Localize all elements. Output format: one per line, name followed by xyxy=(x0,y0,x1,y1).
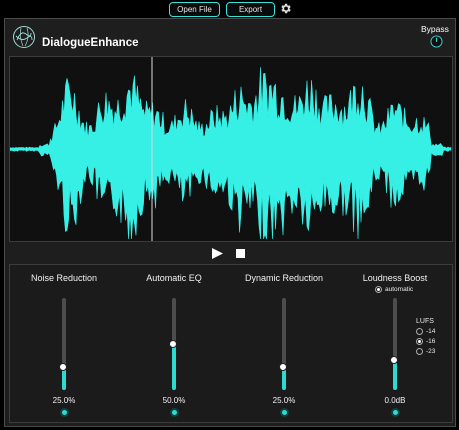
waveform-path xyxy=(10,67,452,240)
lufs-label: LUFS xyxy=(416,318,434,325)
noise-reduction-value: 25.0% xyxy=(52,396,76,405)
automatic-eq-value: 50.0% xyxy=(162,396,186,405)
dynamic-reduction-value: 25.0% xyxy=(272,396,296,405)
loudness-boost-toggle[interactable] xyxy=(391,408,400,417)
waveform-graphic xyxy=(10,57,452,241)
bypass-label: Bypass xyxy=(421,24,449,34)
noise-reduction-slider[interactable] xyxy=(59,298,67,390)
automatic-eq-toggle[interactable] xyxy=(170,408,179,417)
dynamic-reduction-slider[interactable] xyxy=(279,298,287,390)
automatic-label: automatic xyxy=(385,286,414,293)
lufs-option-14-label: -14 xyxy=(426,328,436,335)
automatic-radio[interactable] xyxy=(375,286,382,293)
export-button[interactable]: Export xyxy=(226,2,275,17)
stop-icon[interactable] xyxy=(236,249,245,258)
automatic-eq-slider[interactable] xyxy=(169,298,177,390)
open-file-button[interactable]: Open File xyxy=(169,2,220,17)
lufs-option-16-radio[interactable] xyxy=(416,338,423,345)
lufs-option-23-label: -23 xyxy=(426,348,436,355)
waveform-display[interactable] xyxy=(9,56,453,242)
noise-reduction-toggle[interactable] xyxy=(60,408,69,417)
play-icon[interactable] xyxy=(212,248,223,259)
lufs-option-14-radio[interactable] xyxy=(416,328,423,335)
dynamic-reduction-toggle[interactable] xyxy=(280,408,289,417)
power-icon[interactable] xyxy=(430,35,443,48)
top-toolbar: Open File Export xyxy=(0,0,459,18)
automatic-eq-title: Automatic EQ xyxy=(146,273,202,283)
dynamic-reduction-title: Dynamic Reduction xyxy=(244,273,324,283)
app-title: DialogueEnhance xyxy=(42,37,139,49)
gear-icon[interactable] xyxy=(279,2,292,15)
loudness-boost-slider[interactable] xyxy=(390,298,398,390)
loudness-boost-value: 0.0dB xyxy=(384,396,406,405)
noise-reduction-title: Noise Reduction xyxy=(30,273,98,283)
lufs-option-23-radio[interactable] xyxy=(416,348,423,355)
globe-logo xyxy=(13,26,35,48)
lufs-option-16-label: -16 xyxy=(426,338,436,345)
loudness-boost-title: Loudness Boost xyxy=(362,273,428,283)
